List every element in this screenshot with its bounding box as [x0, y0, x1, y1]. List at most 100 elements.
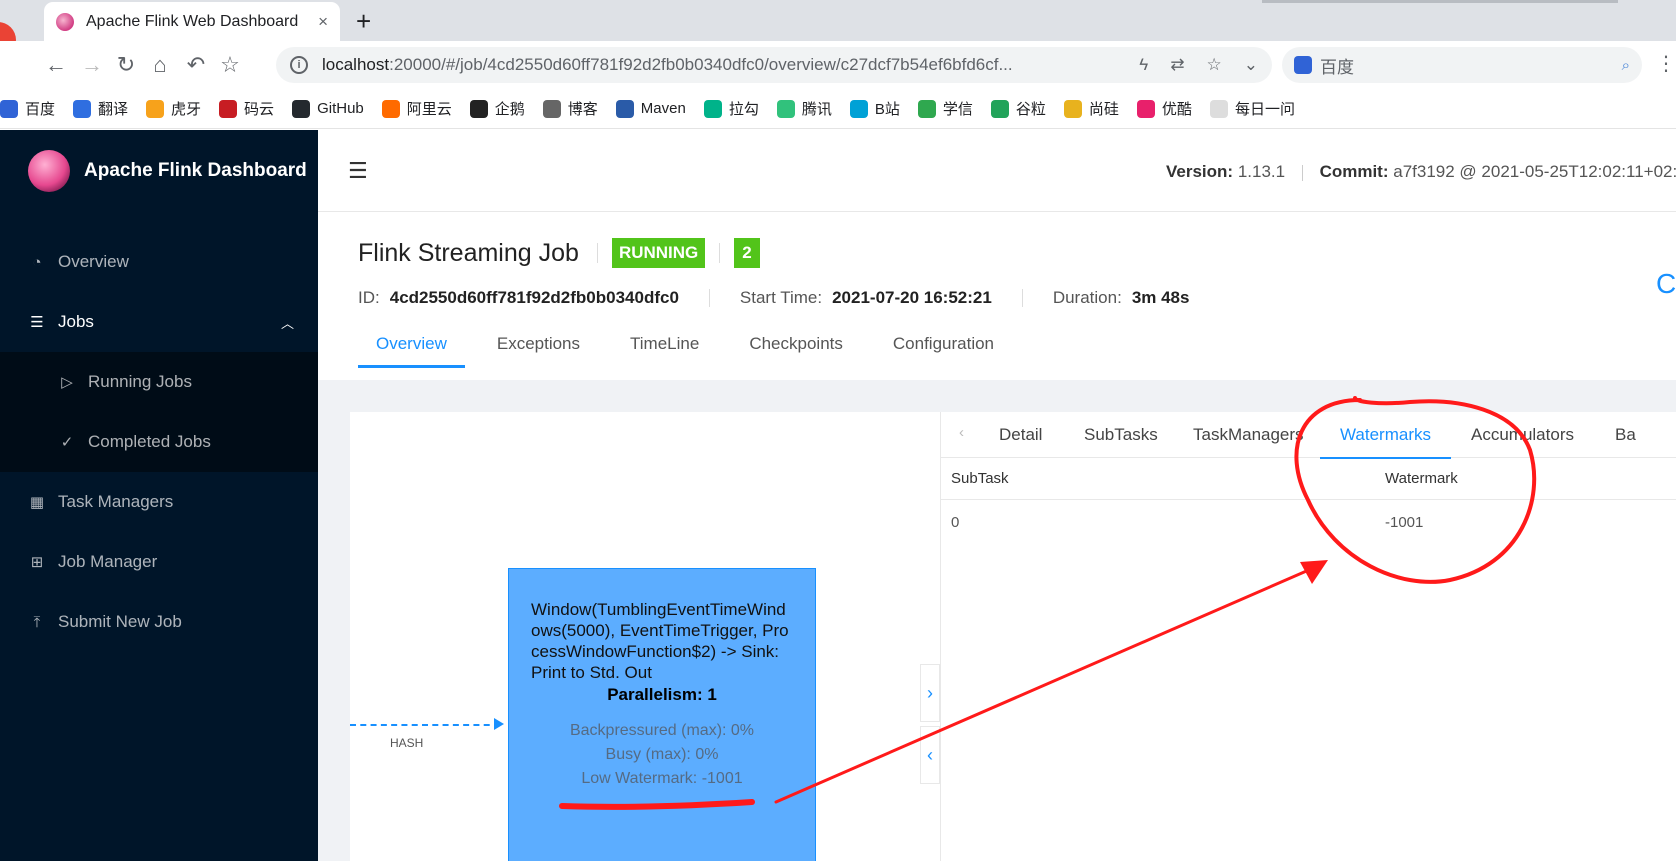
jobs-submenu: ▷ Running Jobs ✓ Completed Jobs — [0, 352, 318, 472]
bookmark-label: GitHub — [317, 100, 364, 117]
running-count-badge: 2 — [734, 238, 760, 268]
address-bar[interactable]: i localhost:20000/#/job/4cd2550d60ff781f… — [276, 47, 1272, 83]
bookmark-label: 学信 — [942, 101, 973, 118]
graph-node[interactable]: Window(TumblingEventTimeWindows(5000), E… — [508, 568, 816, 861]
menu-fold-icon[interactable]: ☰ — [348, 158, 368, 184]
sidebar-item-overview[interactable]: ◔ Overview — [0, 232, 318, 292]
bookmark-label: 优酷 — [1161, 101, 1192, 118]
bookmark-item[interactable]: 企鹅 — [469, 98, 525, 119]
bookmark-label: 腾讯 — [801, 101, 832, 118]
back-icon[interactable]: ← — [42, 51, 70, 79]
expand-right-icon[interactable]: › — [920, 664, 940, 722]
sidebar-item-submit-new-job[interactable]: ⤒ Submit New Job — [0, 592, 318, 652]
tab-exceptions[interactable]: Exceptions — [479, 324, 598, 380]
detail-tabs: ‹ Detail SubTasks TaskManagers Watermarks Ac… — [941, 412, 1676, 459]
sidebar-item-label: Jobs — [58, 312, 94, 331]
tab-title: Apache Flink Web Dashboard — [86, 12, 299, 30]
bookmark-icon — [1209, 99, 1228, 118]
home-icon[interactable]: ⌂ — [146, 51, 174, 79]
tab-configuration[interactable]: Configuration — [875, 324, 1012, 380]
search-box[interactable]: 百度 ⌕ — [1282, 47, 1642, 83]
brand[interactable]: Apache Flink Dashboard — [28, 150, 307, 192]
edge-label: HASH — [390, 736, 424, 750]
bookmark-item[interactable]: 优酷 — [1136, 98, 1192, 119]
bookmark-star-icon[interactable]: ☆ — [216, 51, 244, 79]
bookmark-item[interactable]: 翻译 — [73, 98, 128, 119]
sidebar-item-job-manager[interactable]: ⊞ Job Manager — [0, 532, 318, 592]
sidebar: Apache Flink Dashboard ◔ Overview ☰ Jobs… — [0, 130, 318, 861]
tabs-prev-icon[interactable]: ‹ — [959, 424, 964, 441]
bookmark-item[interactable]: 尚硅 — [1063, 98, 1119, 119]
bookmark-item[interactable]: Maven — [615, 99, 686, 118]
bookmark-item[interactable]: B站 — [849, 98, 900, 119]
undo-icon[interactable]: ↶ — [182, 51, 210, 79]
bookmark-item[interactable]: 百度 — [0, 98, 55, 119]
bookmark-icon — [1136, 99, 1155, 118]
detail-tab-detail[interactable]: Detail — [999, 412, 1042, 458]
search-icon[interactable]: ⌕ — [1622, 57, 1630, 74]
browser-tab[interactable]: Apache Flink Web Dashboard × — [44, 2, 340, 41]
node-stats: Backpressured (max): 0% Busy (max): 0% L… — [531, 719, 793, 791]
tab-overview[interactable]: Overview — [358, 324, 465, 380]
status-badge: RUNNING — [611, 238, 706, 268]
bookmark-icon — [615, 99, 634, 118]
node-low-watermark: Low Watermark: -1001 — [581, 770, 743, 787]
column-header-subtask[interactable]: SubTask — [951, 458, 1009, 499]
bookmark-icon — [703, 99, 722, 118]
sidebar-item-task-managers[interactable]: ▦ Task Managers — [0, 472, 318, 532]
detail-tab-taskmanagers[interactable]: TaskManagers — [1193, 412, 1304, 458]
tab-timeline[interactable]: TimeLine — [612, 324, 717, 380]
collapse-left-icon[interactable]: ‹ — [920, 726, 940, 784]
browser-toolbar: ← → ↻ ⌂ ↶ ☆ i localhost:20000/#/job/4cd2… — [0, 41, 1676, 89]
job-name: Flink Streaming Job — [358, 238, 579, 267]
job-graph[interactable]: HASH Window(TumblingEventTimeWindows(500… — [350, 412, 940, 861]
tab-checkpoints[interactable]: Checkpoints — [731, 324, 861, 380]
bookmark-item[interactable]: 学信 — [917, 98, 973, 119]
bookmark-icon — [292, 99, 311, 118]
new-tab-button[interactable]: + — [356, 6, 371, 37]
translate-icon[interactable]: ⇄ — [1170, 55, 1184, 75]
brand-name: Apache Flink Dashboard — [84, 160, 307, 181]
site-info-icon[interactable]: i — [290, 56, 308, 74]
bookmark-label: 虎牙 — [171, 101, 202, 118]
bookmark-icon — [917, 99, 936, 118]
bookmark-label: 谷粒 — [1015, 101, 1046, 118]
bookmark-label: 企鹅 — [494, 101, 525, 118]
node-backpressured: Backpressured (max): 0% — [569, 722, 755, 739]
browser-menu-icon[interactable]: ⋮ — [1656, 51, 1676, 76]
tab-close-icon[interactable]: × — [318, 12, 328, 32]
search-input[interactable]: 百度 — [1320, 53, 1622, 78]
bookmark-item[interactable]: 谷粒 — [990, 98, 1046, 119]
cancel-job-link[interactable]: Ca — [1656, 268, 1676, 300]
bookmark-item[interactable]: GitHub — [292, 99, 364, 118]
detail-tab-ba[interactable]: Ba — [1615, 412, 1636, 458]
sidebar-item-running-jobs[interactable]: ▷ Running Jobs — [0, 352, 318, 412]
star-icon[interactable]: ☆ — [1207, 55, 1222, 75]
bookmark-icon — [0, 99, 18, 118]
play-circle-icon: ▷ — [61, 374, 73, 391]
sidebar-item-jobs[interactable]: ☰ Jobs ︿ — [0, 292, 318, 352]
bookmark-item[interactable]: 虎牙 — [146, 98, 201, 119]
forward-icon[interactable]: → — [78, 51, 106, 79]
detail-tab-accumulators[interactable]: Accumulators — [1471, 412, 1574, 458]
commit-value: a7f3192 @ 2021-05-25T12:02:11+02:00 — [1393, 162, 1676, 181]
bookmark-item[interactable]: 腾讯 — [776, 98, 832, 119]
reload-icon[interactable]: ↻ — [112, 51, 140, 79]
detail-tab-watermarks[interactable]: Watermarks — [1320, 412, 1451, 459]
bookmark-icon — [73, 99, 92, 118]
lightning-icon[interactable]: ϟ — [1139, 55, 1148, 75]
chevron-down-icon[interactable]: ⌄ — [1244, 55, 1258, 75]
version-info: Version: 1.13.1 Commit: a7f3192 @ 2021-0… — [1166, 162, 1676, 182]
url-text[interactable]: localhost:20000/#/job/4cd2550d60ff781f92… — [322, 55, 1117, 75]
column-header-watermark[interactable]: Watermark — [1385, 458, 1458, 499]
bookmark-item[interactable]: 每日一问 — [1209, 98, 1295, 119]
bookmark-icon — [469, 99, 488, 118]
bookmark-item[interactable]: 阿里云 — [381, 98, 452, 119]
job-id: 4cd2550d60ff781f92d2fb0b0340dfc0 — [389, 288, 679, 307]
sidebar-item-completed-jobs[interactable]: ✓ Completed Jobs — [0, 412, 318, 472]
bookmark-item[interactable]: 拉勾 — [703, 98, 759, 119]
app-header: ☰ Version: 1.13.1 Commit: a7f3192 @ 2021… — [318, 130, 1676, 212]
detail-tab-subtasks[interactable]: SubTasks — [1084, 412, 1158, 458]
bookmark-item[interactable]: 码云 — [219, 98, 274, 119]
bookmark-item[interactable]: 博客 — [542, 98, 598, 119]
